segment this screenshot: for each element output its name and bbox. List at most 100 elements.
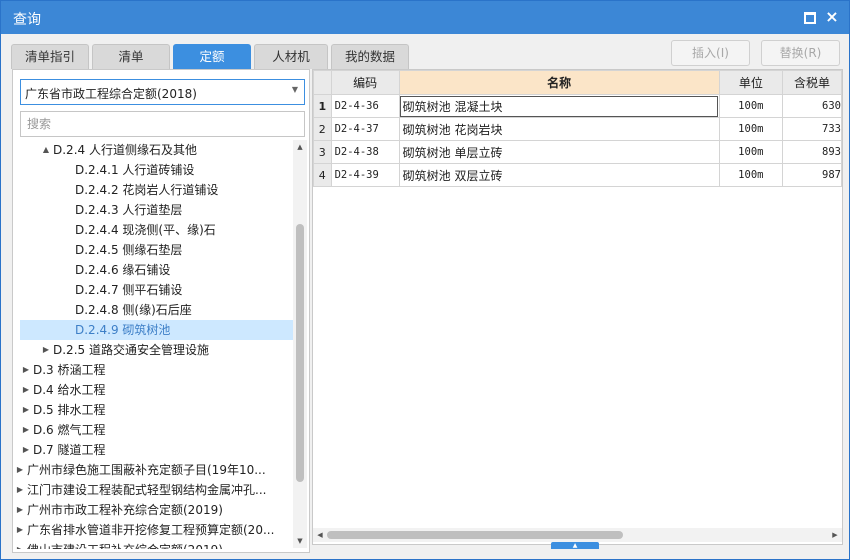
collapsed-arrow-icon[interactable]: ▶ [21, 420, 31, 440]
tree-node[interactable]: D.2.4.4 现浇侧(平、缘)石 [20, 220, 293, 240]
cell-price[interactable]: 893 [781, 140, 842, 164]
collapsed-arrow-icon[interactable]: ▶ [15, 460, 25, 480]
query-dialog: 查询 × 清单指引 清单 定额 人材机 我的数据 插入(I) 替换(R) 广东省… [0, 0, 850, 560]
cell-price[interactable]: 987 [781, 163, 842, 187]
tree-node-label: D.7 隧道工程 [33, 443, 106, 457]
tree-node-label: 广州市市政工程补充综合定额(2019) [27, 503, 223, 517]
table-row[interactable]: 2 D2-4-37 砌筑树池 花岗岩块 100m 733 [313, 117, 842, 141]
results-table: 编码 名称 单位 含税单 1 D2-4-36 砌筑树池 混凝土块 100m 63… [313, 70, 842, 187]
cell-code[interactable]: D2-4-38 [330, 140, 400, 164]
scroll-up-icon[interactable]: ▲ [293, 140, 307, 154]
cell-name[interactable]: 砌筑树池 花岗岩块 [398, 117, 720, 141]
tree-node-label: 广东省排水管道非开挖修复工程预算定额(20... [27, 523, 275, 537]
library-select-value: 广东省市政工程综合定额(2018) [25, 87, 197, 101]
tree-node-label: D.2.4.6 缘石铺设 [75, 263, 171, 277]
tree-node[interactable]: D.2.4.6 缘石铺设 [20, 260, 293, 280]
cell-unit[interactable]: 100m [718, 163, 783, 187]
cell-code[interactable]: D2-4-39 [330, 163, 400, 187]
tree-node[interactable]: ▶ D.5 排水工程 [20, 400, 293, 420]
header-index [313, 70, 332, 95]
cell-code[interactable]: D2-4-37 [330, 117, 400, 141]
collapsed-arrow-icon[interactable]: ▶ [21, 380, 31, 400]
tree-node[interactable]: ▲ D.2.4 人行道侧缘石及其他 [20, 140, 293, 160]
scroll-left-icon[interactable]: ◀ [313, 528, 327, 542]
tree-node-label: D.2.5 道路交通安全管理设施 [53, 343, 209, 357]
header-code[interactable]: 编码 [330, 70, 400, 95]
collapsed-arrow-icon[interactable]: ▶ [15, 480, 25, 500]
cell-price[interactable]: 733 [781, 117, 842, 141]
collapsed-arrow-icon[interactable]: ▶ [15, 500, 25, 520]
tree-node[interactable]: D.2.4.5 侧缘石垫层 [20, 240, 293, 260]
collapsed-arrow-icon[interactable]: ▶ [21, 360, 31, 380]
collapsed-arrow-icon[interactable]: ▶ [41, 340, 51, 360]
maximize-icon[interactable] [801, 8, 819, 26]
tree-node[interactable]: ▶ 广东省排水管道非开挖修复工程预算定额(20... [17, 520, 293, 540]
cell-name[interactable]: 砌筑树池 单层立砖 [398, 140, 720, 164]
cell-unit[interactable]: 100m [718, 140, 783, 164]
tree-node[interactable]: D.2.4.8 侧(缘)石后座 [20, 300, 293, 320]
close-button[interactable]: × [823, 8, 841, 26]
insert-button[interactable]: 插入(I) [671, 40, 750, 66]
tab-list[interactable]: 清单 [92, 44, 170, 69]
tree-node[interactable]: D.2.4.2 花岗岩人行道铺设 [20, 180, 293, 200]
tree-node[interactable]: D.2.4.3 人行道垫层 [20, 200, 293, 220]
collapsed-arrow-icon[interactable]: ▶ [15, 520, 25, 540]
tree-node[interactable]: D.2.4.7 侧平石铺设 [20, 280, 293, 300]
table-row[interactable]: 3 D2-4-38 砌筑树池 单层立砖 100m 893 [313, 140, 842, 164]
tree-node[interactable]: D.2.4.9 砌筑树池 [20, 320, 293, 340]
tree-node[interactable]: ▶ 江门市建设工程装配式轻型钢结构金属冲孔... [17, 480, 293, 500]
quota-tree: ▲ D.2.4 人行道侧缘石及其他 D.2.4.1 人行道砖铺设 D.2.4.2 花岗… [13, 139, 293, 549]
table-row[interactable]: 1 D2-4-36 砌筑树池 混凝土块 100m 630 [313, 94, 842, 118]
row-index: 2 [313, 117, 332, 141]
cell-code[interactable]: D2-4-36 [330, 94, 400, 118]
title-bar: 查询 × [1, 1, 849, 34]
tree-node[interactable]: ▶ D.2.5 道路交通安全管理设施 [20, 340, 293, 360]
scroll-right-icon[interactable]: ▶ [828, 528, 842, 542]
tree-node-label: D.2.4.4 现浇侧(平、缘)石 [75, 223, 216, 237]
tree-node-label: D.2.4.2 花岗岩人行道铺设 [75, 183, 219, 197]
tab-my-data[interactable]: 我的数据 [331, 44, 409, 69]
cell-unit[interactable]: 100m [718, 117, 783, 141]
scroll-thumb[interactable] [296, 224, 304, 482]
tree-node[interactable]: ▶ 广州市绿色施工围蔽补充定额子目(19年10... [17, 460, 293, 480]
search-box[interactable] [20, 111, 305, 137]
expanded-arrow-icon[interactable]: ▲ [41, 140, 51, 160]
cell-name[interactable]: 砌筑树池 混凝土块 [398, 94, 720, 118]
table-hscrollbar[interactable]: ◀ ▶ [313, 528, 842, 542]
collapsed-arrow-icon[interactable]: ▶ [21, 440, 31, 460]
search-input[interactable] [25, 113, 299, 135]
tab-quota[interactable]: 定额 [173, 44, 251, 69]
table-row[interactable]: 4 D2-4-39 砌筑树池 双层立砖 100m 987 [313, 163, 842, 187]
tree-node[interactable]: ▶ 广州市市政工程补充综合定额(2019) [17, 500, 293, 520]
tree-node[interactable]: ▶ D.3 桥涵工程 [20, 360, 293, 380]
replace-button[interactable]: 替换(R) [761, 40, 840, 66]
tree-node-label: D.2.4 人行道侧缘石及其他 [53, 143, 197, 157]
row-index: 4 [313, 163, 332, 187]
tree-node[interactable]: ▶ D.6 燃气工程 [20, 420, 293, 440]
library-select[interactable]: 广东省市政工程综合定额(2018) ▼ [20, 79, 305, 105]
tree-node-label: D.2.4.7 侧平石铺设 [75, 283, 183, 297]
tab-materials[interactable]: 人材机 [254, 44, 328, 69]
results-panel: 编码 名称 单位 含税单 1 D2-4-36 砌筑树池 混凝土块 100m 63… [312, 69, 843, 545]
cell-name[interactable]: 砌筑树池 双层立砖 [398, 163, 720, 187]
collapsed-arrow-icon[interactable]: ▶ [21, 400, 31, 420]
tree-node-label: D.2.4.5 侧缘石垫层 [75, 243, 183, 257]
header-unit[interactable]: 单位 [718, 70, 783, 95]
tree-node[interactable]: ▶ D.4 给水工程 [20, 380, 293, 400]
tree-node[interactable]: ▶ D.7 隧道工程 [20, 440, 293, 460]
tree-node[interactable]: D.2.4.1 人行道砖铺设 [20, 160, 293, 180]
left-panel: 广东省市政工程综合定额(2018) ▼ ▲D.2.4 人行道侧缘石及其他D.2.… [12, 69, 310, 553]
scroll-down-icon[interactable]: ▼ [293, 534, 307, 548]
tree-scrollbar[interactable]: ▲ ▼ [293, 140, 307, 548]
cell-unit[interactable]: 100m [718, 94, 783, 118]
cell-price[interactable]: 630 [781, 94, 842, 118]
collapse-handle-icon[interactable]: ▲ [551, 542, 599, 549]
tab-list-guide[interactable]: 清单指引 [11, 44, 89, 69]
tree-node-label: 江门市建设工程装配式轻型钢结构金属冲孔... [27, 483, 267, 497]
collapsed-arrow-icon[interactable]: ▶ [15, 540, 25, 549]
hscroll-thumb[interactable] [327, 531, 623, 539]
header-name[interactable]: 名称 [398, 70, 720, 95]
header-price[interactable]: 含税单 [781, 70, 842, 95]
tree-node-label: D.4 给水工程 [33, 383, 106, 397]
tree-node[interactable]: ▶佛山市建设工程补充综合定额(2019) [17, 540, 293, 549]
